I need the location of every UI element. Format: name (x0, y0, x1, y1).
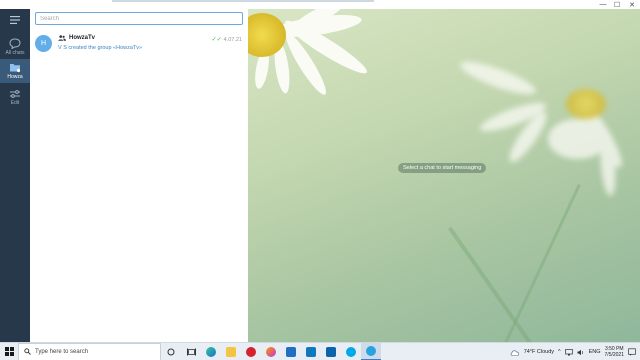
chevron-up-icon[interactable]: ^ (558, 349, 561, 355)
windows-taskbar: Type here to search 74°F Cloudy ^ ENG 3:… (0, 342, 640, 360)
search-icon (24, 348, 31, 355)
sidebar-item-edit[interactable]: Edit (0, 85, 30, 109)
start-button[interactable] (0, 343, 18, 360)
weather-text[interactable]: 74°F Cloudy (524, 349, 554, 355)
notification-icon[interactable] (628, 348, 636, 356)
sidebar-item-label: Howza (7, 74, 23, 80)
windows-logo-icon (4, 347, 14, 356)
chat-title: HowzaTv (58, 35, 95, 41)
language-indicator[interactable]: ENG (589, 349, 601, 355)
task-view-icon[interactable] (181, 343, 201, 360)
outlook-icon[interactable] (321, 343, 341, 360)
chat-view-empty: Select a chat to start messaging (248, 9, 640, 342)
maximize-button[interactable]: ☐ (611, 0, 623, 9)
sliders-icon (10, 89, 20, 98)
avatar: H (35, 35, 52, 52)
telegram-icon[interactable] (361, 342, 381, 360)
sidebar-item-howza[interactable]: Howza (0, 59, 30, 83)
empty-state-message: Select a chat to start messaging (398, 163, 487, 173)
group-icon (58, 35, 66, 41)
edge-icon[interactable] (201, 343, 221, 360)
firefox-icon[interactable] (261, 343, 281, 360)
window-titlebar: — ☐ ✕ (0, 0, 640, 9)
chat-time: 4.07.21 (223, 36, 242, 43)
clock[interactable]: 3:50 PM 7/5/2021 (605, 346, 624, 358)
read-check-icon: ✓✓ (211, 37, 222, 43)
chat-list-item[interactable]: H HowzaTv V S created the group «HowzaTv… (30, 31, 248, 59)
trello-icon[interactable] (301, 343, 321, 360)
sidebar-item-label: All chats (5, 50, 25, 56)
sidebar-item-all-chats[interactable]: All chats (0, 35, 30, 59)
sidebar-item-label: Edit (10, 99, 20, 106)
cloud-icon (510, 349, 519, 356)
skype-icon[interactable] (341, 343, 361, 360)
volume-icon[interactable] (577, 349, 585, 356)
clock-date: 7/5/2021 (604, 352, 624, 358)
close-button[interactable]: ✕ (626, 0, 638, 9)
network-icon[interactable] (564, 348, 573, 356)
taskbar-search[interactable]: Type here to search (18, 342, 161, 360)
hamburger-menu-icon[interactable] (0, 13, 30, 27)
system-tray: 74°F Cloudy ^ ENG 3:50 PM 7/5/2021 (510, 343, 640, 360)
folders-sidebar: All chats Howza Edit (0, 9, 30, 342)
file-explorer-icon[interactable] (221, 343, 241, 360)
loading-bar (112, 0, 374, 2)
cortana-icon[interactable] (161, 343, 181, 360)
minimize-button[interactable]: — (597, 0, 609, 9)
chat-last-message: V S created the group «HowzaTv» (58, 45, 143, 51)
chat-timestamp-wrap: ✓✓ 4.07.21 (211, 36, 242, 44)
folder-icon (10, 64, 21, 73)
chat-bubble-icon (9, 38, 21, 49)
search-input[interactable] (35, 12, 243, 25)
opera-icon[interactable] (241, 343, 261, 360)
taskbar-search-placeholder: Type here to search (35, 348, 89, 355)
chat-name: HowzaTv (69, 35, 96, 41)
mail-icon[interactable] (281, 343, 301, 360)
chat-list-panel: H HowzaTv V S created the group «HowzaTv… (30, 9, 248, 342)
